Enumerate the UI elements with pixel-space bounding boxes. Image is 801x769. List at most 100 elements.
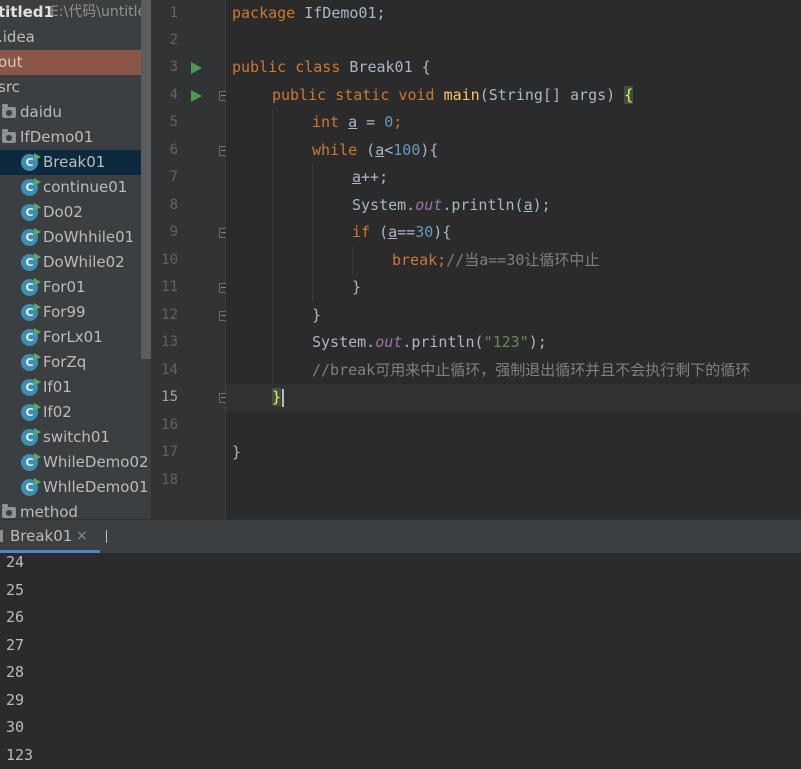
project-path: E:\代码\untitle	[50, 4, 147, 20]
tree-item-label: WhileDemo02	[43, 453, 149, 471]
tree-item-break01[interactable]: C Break01	[0, 150, 151, 175]
tree-item-project-root[interactable]: titled1 E:\代码\untitle	[0, 0, 151, 25]
line-number: 3	[169, 59, 178, 75]
line-number: 6	[169, 142, 178, 158]
tree-item-forzq[interactable]: C ForZq	[0, 350, 151, 375]
code-line-14: //break可用来中止循环，强制退出循环并且不会执行剩下的循环	[312, 361, 751, 379]
tree-item-label: ForZq	[43, 353, 87, 371]
indent-guide	[312, 165, 313, 302]
java-class-icon: C	[21, 328, 41, 346]
line-number: 4	[169, 87, 178, 103]
tree-item-label: src	[0, 78, 20, 96]
project-scrollbar[interactable]	[141, 0, 151, 359]
line-number: 5	[169, 114, 178, 130]
tree-item-continue01[interactable]: C continue01	[0, 175, 151, 200]
tree-item-label: out	[0, 53, 23, 71]
close-icon[interactable]: ×	[76, 520, 88, 553]
tree-item-if01[interactable]: C If01	[0, 375, 151, 400]
code-line-17: }	[232, 443, 242, 461]
console-line: 26	[6, 608, 25, 626]
tree-item-label: method	[20, 503, 78, 519]
tree-item-out[interactable]: out	[0, 50, 151, 75]
java-class-icon: C	[21, 353, 41, 371]
java-class-icon: C	[21, 203, 41, 221]
code-line-5: int a = 0;	[312, 113, 403, 131]
tree-item-for99[interactable]: C For99	[0, 300, 151, 325]
package-icon	[2, 504, 16, 518]
code-line-10: break;//当a==30让循环中止	[392, 251, 600, 269]
tree-item-label: continue01	[43, 178, 128, 196]
console-line: 25	[6, 581, 25, 599]
line-number: 9	[169, 224, 178, 240]
run-console-output[interactable]: 24 25 26 27 28 29 30 123	[0, 553, 801, 766]
line-number: 18	[161, 472, 178, 488]
line-number: 7	[169, 169, 178, 185]
java-class-icon: C	[21, 278, 41, 296]
tree-item-ifdemo01[interactable]: IfDemo01	[0, 125, 151, 150]
code-line-8: System.out.println(a);	[352, 196, 551, 214]
java-class-icon: C	[21, 228, 41, 246]
tree-item-label: ForLx01	[43, 328, 103, 346]
line-number-current: 15	[161, 389, 178, 405]
tree-item-whiledemo02[interactable]: C WhileDemo02	[0, 450, 151, 475]
tree-item-label: For01	[43, 278, 86, 296]
text-cursor-icon	[106, 530, 107, 543]
tree-item-dowhhile01[interactable]: C DoWhhile01	[0, 225, 151, 250]
tree-item-label: daidu	[20, 103, 62, 121]
tree-item-label: switch01	[43, 428, 110, 446]
tree-item-idea[interactable]: .idea	[0, 25, 151, 50]
run-main-icon[interactable]	[191, 90, 202, 102]
tree-item-label: IfDemo01	[20, 128, 94, 146]
tree-item-daidu[interactable]: daidu	[0, 100, 151, 125]
package-icon	[2, 104, 16, 118]
code-line-13: System.out.println("123");	[312, 333, 547, 351]
current-line-highlight	[226, 384, 801, 411]
tree-item-label: Break01	[43, 153, 106, 171]
line-number: 8	[169, 197, 178, 213]
line-number: 10	[161, 252, 178, 268]
code-line-15: }	[272, 388, 282, 406]
code-line-4: public static void main(String[] args) {	[272, 86, 634, 104]
console-line: 29	[6, 691, 25, 709]
tree-item-label: DoWhhile01	[43, 228, 135, 246]
line-number: 16	[161, 417, 178, 433]
tree-item-forlx01[interactable]: C ForLx01	[0, 325, 151, 350]
tree-item-do02[interactable]: C Do02	[0, 200, 151, 225]
line-number: 1	[169, 5, 178, 21]
code-line-12: }	[312, 306, 322, 324]
tree-item-if02[interactable]: C If02	[0, 400, 151, 425]
java-class-icon: C	[21, 478, 41, 496]
tree-item-label: .idea	[0, 28, 35, 46]
run-class-icon[interactable]	[191, 62, 202, 74]
console-line: 28	[6, 663, 25, 681]
tree-item-switch01[interactable]: C switch01	[0, 425, 151, 450]
code-line-3: public class Break01 {	[232, 58, 431, 76]
console-line: 123	[6, 746, 34, 764]
tree-item-label: Do02	[43, 203, 83, 221]
tree-item-label: If02	[43, 403, 72, 421]
tree-item-label: WhlleDemo01	[43, 478, 149, 496]
tree-item-label: For99	[43, 303, 86, 321]
java-class-icon: C	[21, 428, 41, 446]
java-class-icon: C	[21, 403, 41, 421]
run-tool-window-header: Break01 ×	[0, 519, 801, 553]
console-line: 30	[6, 718, 25, 736]
tree-item-dowhile02[interactable]: C DoWhile02	[0, 250, 151, 275]
java-class-icon: C	[21, 178, 41, 196]
tree-item-method[interactable]: method	[0, 500, 151, 519]
java-class-icon: C	[21, 453, 41, 471]
code-line-6: while (a<100){	[312, 141, 439, 159]
package-icon	[2, 129, 16, 143]
text-caret	[282, 389, 284, 407]
project-title: titled1	[0, 3, 54, 21]
tree-item-src[interactable]: src	[0, 75, 151, 100]
line-number: 14	[161, 362, 178, 378]
tree-item-label: DoWhile02	[43, 253, 125, 271]
line-number: 12	[161, 307, 178, 323]
project-tree-panel: titled1 E:\代码\untitle .idea out src daid…	[0, 0, 151, 519]
line-number: 2	[169, 32, 178, 48]
tree-item-for01[interactable]: C For01	[0, 275, 151, 300]
code-line-9: if (a==30){	[352, 223, 452, 241]
tree-item-label: If01	[43, 378, 72, 396]
tree-item-whlledemo01[interactable]: C WhlleDemo01	[0, 475, 151, 500]
